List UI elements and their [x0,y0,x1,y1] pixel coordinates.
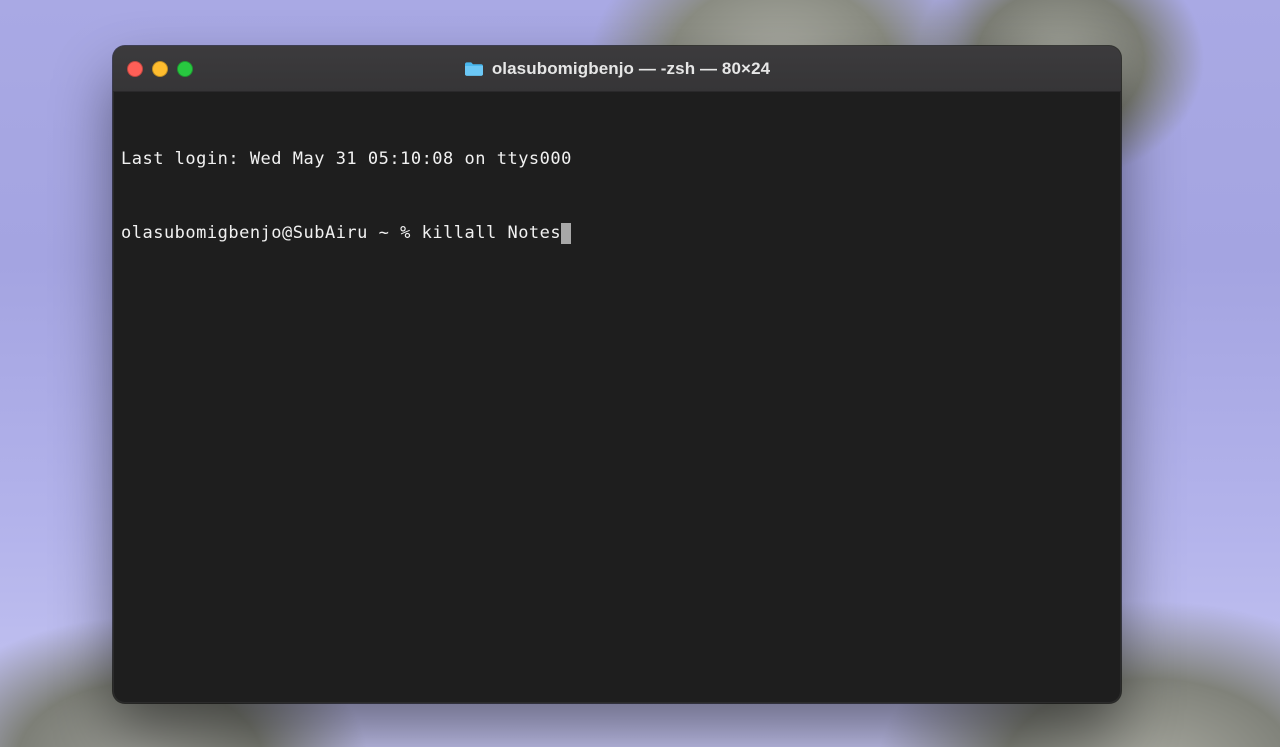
title-bar[interactable]: olasubomigbenjo — -zsh — 80×24 [113,46,1121,92]
last-login-line: Last login: Wed May 31 05:10:08 on ttys0… [121,147,1113,172]
terminal-window[interactable]: olasubomigbenjo — -zsh — 80×24 Last logi… [113,46,1121,703]
terminal-body[interactable]: Last login: Wed May 31 05:10:08 on ttys0… [113,92,1121,703]
folder-icon [464,61,484,77]
shell-prompt: olasubomigbenjo@SubAiru ~ % [121,221,422,246]
window-title: olasubomigbenjo — -zsh — 80×24 [492,59,770,79]
window-controls [127,61,193,77]
minimize-button[interactable] [152,61,168,77]
desktop-wallpaper: olasubomigbenjo — -zsh — 80×24 Last logi… [0,0,1280,747]
maximize-button[interactable] [177,61,193,77]
prompt-line: olasubomigbenjo@SubAiru ~ % killall Note… [121,221,1113,246]
cursor-icon [561,223,571,244]
close-button[interactable] [127,61,143,77]
typed-command: killall Notes [422,221,562,246]
window-title-container: olasubomigbenjo — -zsh — 80×24 [113,59,1121,79]
